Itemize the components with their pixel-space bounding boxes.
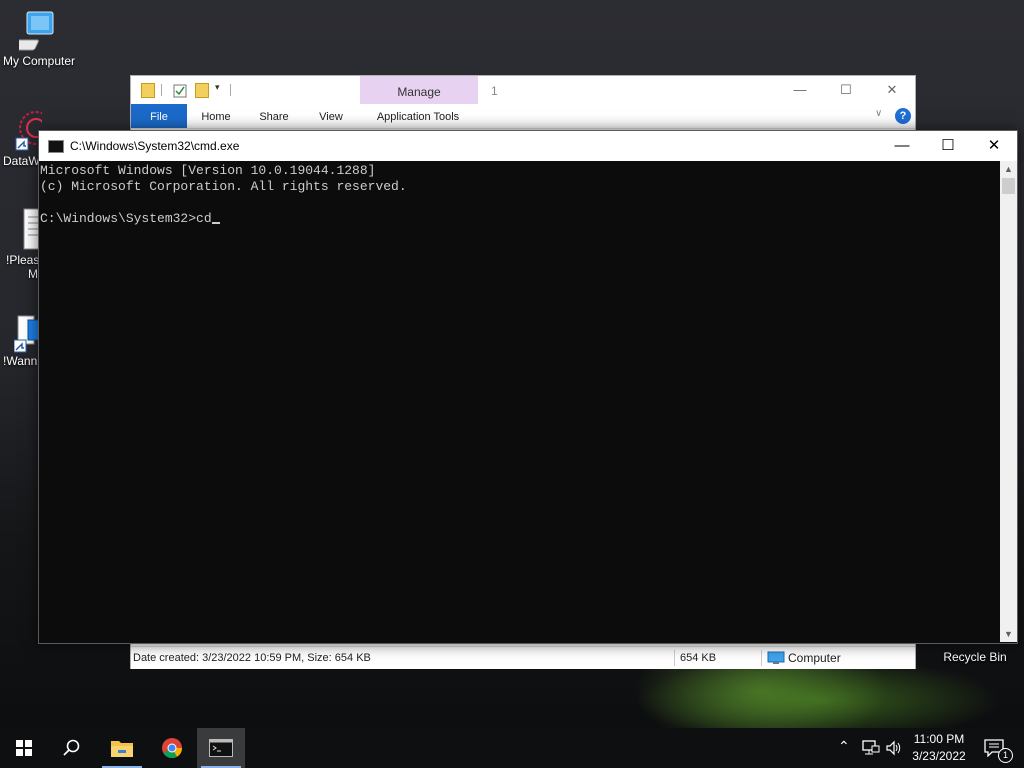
properties-icon[interactable] [173, 84, 187, 98]
divider [761, 650, 762, 666]
taskbar-command-prompt[interactable] [197, 728, 245, 768]
window-title: 1 [491, 84, 498, 98]
cmd-icon [48, 140, 64, 153]
file-explorer-icon [111, 741, 133, 757]
desktop-icon-dataw[interactable]: DataW [0, 108, 42, 168]
tab-home[interactable]: Home [195, 104, 237, 128]
desktop-icon-label: DataW [3, 154, 40, 168]
explorer-title-bar[interactable]: ▾ Manage 1 — ☐ ✕ [131, 76, 915, 104]
tab-application-tools[interactable]: Application Tools [367, 104, 469, 128]
tab-share[interactable]: Share [253, 104, 295, 128]
scroll-down-icon[interactable]: ▼ [1000, 626, 1017, 642]
console-input-line[interactable]: C:\Windows\System32>cd [40, 211, 995, 227]
console-line: (c) Microsoft Corporation. All rights re… [40, 179, 407, 194]
minimize-icon[interactable]: — [879, 131, 925, 161]
status-location: Computer [788, 651, 841, 665]
divider [161, 84, 162, 96]
status-size: 654 KB [680, 652, 717, 664]
desktop-icon-my-computer[interactable]: My Computer [0, 10, 78, 68]
computer-icon [19, 11, 54, 51]
clock-time: 11:00 PM [913, 732, 965, 746]
divider [674, 650, 675, 666]
close-icon[interactable]: ✕ [971, 131, 1017, 161]
text-cursor [211, 222, 220, 224]
vertical-scrollbar[interactable]: ▲ ▼ [1000, 161, 1017, 642]
notification-count-badge: 1 [998, 748, 1013, 763]
maximize-icon[interactable]: ☐ [823, 76, 869, 104]
tab-file[interactable]: File [131, 104, 187, 128]
console-prompt: C:\Windows\System32>cd [40, 211, 212, 226]
computer-icon [767, 651, 785, 664]
quick-access-dropdown-icon[interactable]: ▾ [215, 82, 220, 93]
show-hidden-icons-chevron-up-icon[interactable]: ⌃ [838, 738, 850, 755]
taskbar-file-explorer[interactable] [98, 728, 146, 768]
windows-logo-icon [16, 740, 32, 756]
folder-icon[interactable] [141, 83, 155, 98]
desktop-icon-label: M [28, 267, 38, 281]
desktop-icon-please-read[interactable]: !Please M [0, 207, 42, 281]
desktop-icon-label: Recycle Bin [943, 650, 1007, 664]
console-line: Microsoft Windows [Version 10.0.19044.12… [40, 163, 376, 178]
console-output[interactable]: Microsoft Windows [Version 10.0.19044.12… [40, 163, 995, 641]
divider [230, 84, 231, 96]
explorer-status-bar: Date created: 3/23/2022 10:59 PM, Size: … [131, 646, 915, 669]
network-icon[interactable] [862, 740, 880, 756]
help-icon[interactable]: ? [895, 108, 911, 124]
search-button[interactable] [48, 728, 96, 768]
desktop-icon-wanna[interactable]: !Wann [0, 312, 42, 368]
taskbar-chrome[interactable] [148, 728, 196, 768]
cmd-icon [209, 739, 233, 757]
minimize-icon[interactable]: — [777, 76, 823, 104]
cmd-title-bar[interactable]: C:\Windows\System32\cmd.exe — ☐ ✕ [39, 131, 1017, 161]
system-clock[interactable]: 11:00 PM 3/23/2022 [902, 731, 976, 765]
new-folder-icon[interactable] [195, 83, 209, 98]
action-center-button[interactable]: 1 [980, 728, 1024, 768]
cmd-window-title: C:\Windows\System32\cmd.exe [70, 139, 240, 153]
maximize-icon[interactable]: ☐ [925, 131, 971, 161]
status-details: Date created: 3/23/2022 10:59 PM, Size: … [133, 652, 371, 664]
command-prompt-window[interactable]: C:\Windows\System32\cmd.exe — ☐ ✕ Micros… [38, 130, 1018, 644]
desktop-icon-label: !Wann [3, 354, 38, 368]
desktop-icon-recycle-bin[interactable]: Recycle Bin [940, 650, 1010, 664]
start-button[interactable] [0, 728, 48, 768]
ribbon-tabs: File Home Share View Application Tools ∨… [131, 104, 915, 129]
tab-view[interactable]: View [311, 104, 351, 128]
clock-date: 3/23/2022 [912, 749, 966, 763]
desktop-icon-label: My Computer [2, 54, 76, 68]
manage-context-tab[interactable]: Manage [360, 76, 478, 104]
scrollbar-thumb[interactable] [1002, 178, 1015, 194]
taskbar: ⌃ 11:00 PM 3/23/2022 1 [0, 728, 1024, 768]
close-icon[interactable]: ✕ [869, 76, 915, 104]
ribbon-expand-icon[interactable]: ∨ [875, 108, 882, 119]
desktop-icon-label: !Please [6, 253, 42, 267]
scroll-up-icon[interactable]: ▲ [1000, 161, 1017, 177]
chrome-icon [162, 738, 183, 759]
search-icon [63, 739, 80, 756]
